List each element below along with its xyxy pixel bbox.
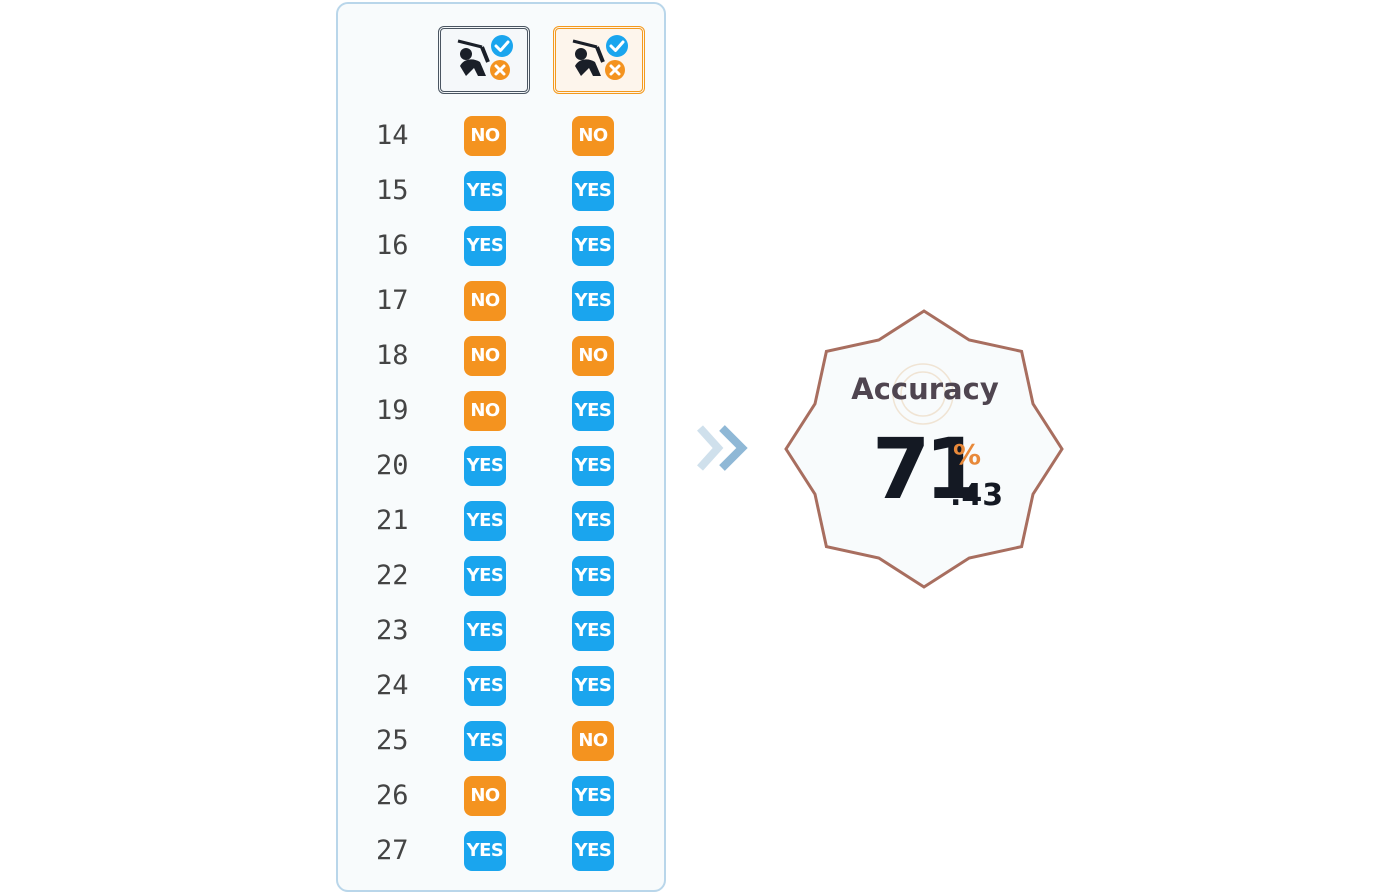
ground-truth-badge: YES: [464, 666, 506, 706]
table-row: 26 NO YES: [338, 769, 668, 824]
row-number: 24: [376, 670, 409, 701]
row-number: 23: [376, 615, 409, 646]
table-row: 21 YES YES: [338, 494, 668, 549]
prediction-badge: YES: [572, 171, 614, 211]
row-number: 19: [376, 395, 409, 426]
prediction-badge: YES: [572, 611, 614, 651]
prediction-badge: YES: [572, 501, 614, 541]
row-number: 17: [376, 285, 409, 316]
ground-truth-column-header: [438, 26, 530, 94]
prediction-badge: YES: [572, 446, 614, 486]
accuracy-percent-sign: %: [953, 438, 982, 471]
row-number: 26: [376, 780, 409, 811]
rows-list: 14 NO NO 15 YES YES 16 YES YES 17 NO YES 18 NO NO 19 NO Y…: [338, 109, 668, 879]
ground-truth-badge: YES: [464, 611, 506, 651]
prediction-badge: YES: [572, 831, 614, 871]
prediction-badge: YES: [572, 776, 614, 816]
ground-truth-badge: NO: [464, 391, 506, 431]
ground-truth-badge: YES: [464, 501, 506, 541]
ground-truth-badge: YES: [464, 556, 506, 596]
row-number: 20: [376, 450, 409, 481]
row-number: 27: [376, 835, 409, 866]
prediction-badge: YES: [572, 556, 614, 596]
prediction-badge: NO: [572, 336, 614, 376]
row-number: 14: [376, 120, 409, 151]
table-row: 18 NO NO: [338, 329, 668, 384]
table-row: 22 YES YES: [338, 549, 668, 604]
table-row: 24 YES YES: [338, 659, 668, 714]
row-number: 22: [376, 560, 409, 591]
row-number: 25: [376, 725, 409, 756]
table-row: 27 YES YES: [338, 824, 668, 879]
table-row: 15 YES YES: [338, 164, 668, 219]
table-row: 20 YES YES: [338, 439, 668, 494]
double-chevron-right-icon: [696, 424, 756, 476]
table-row: 19 NO YES: [338, 384, 668, 439]
row-number: 21: [376, 505, 409, 536]
prediction-badge: YES: [572, 391, 614, 431]
prediction-badge: YES: [572, 666, 614, 706]
prediction-badge: YES: [572, 281, 614, 321]
ground-truth-badge: YES: [464, 721, 506, 761]
comparison-panel: 14 NO NO 15 YES YES 16 YES YES 17 NO YES 18 NO NO 19 NO Y…: [336, 2, 666, 892]
prediction-column-header: [553, 26, 645, 94]
row-number: 16: [376, 230, 409, 261]
table-row: 14 NO NO: [338, 109, 668, 164]
table-row: 17 NO YES: [338, 274, 668, 329]
ground-truth-badge: NO: [464, 336, 506, 376]
accuracy-label: Accuracy: [851, 372, 999, 406]
table-row: 25 YES NO: [338, 714, 668, 769]
ground-truth-badge: YES: [464, 226, 506, 266]
ground-truth-badge: YES: [464, 446, 506, 486]
ground-truth-badge: NO: [464, 116, 506, 156]
prediction-badge: NO: [572, 721, 614, 761]
accuracy-decimal: .43: [950, 478, 1004, 513]
row-number: 15: [376, 175, 409, 206]
ground-truth-badge: NO: [464, 776, 506, 816]
prediction-badge: NO: [572, 116, 614, 156]
ground-truth-badge: YES: [464, 831, 506, 871]
golfer-yes-no-icon: [567, 32, 631, 88]
prediction-badge: YES: [572, 226, 614, 266]
table-row: 16 YES YES: [338, 219, 668, 274]
golfer-yes-no-icon: [452, 32, 516, 88]
ground-truth-badge: NO: [464, 281, 506, 321]
ground-truth-badge: YES: [464, 171, 506, 211]
row-number: 18: [376, 340, 409, 371]
table-row: 23 YES YES: [338, 604, 668, 659]
